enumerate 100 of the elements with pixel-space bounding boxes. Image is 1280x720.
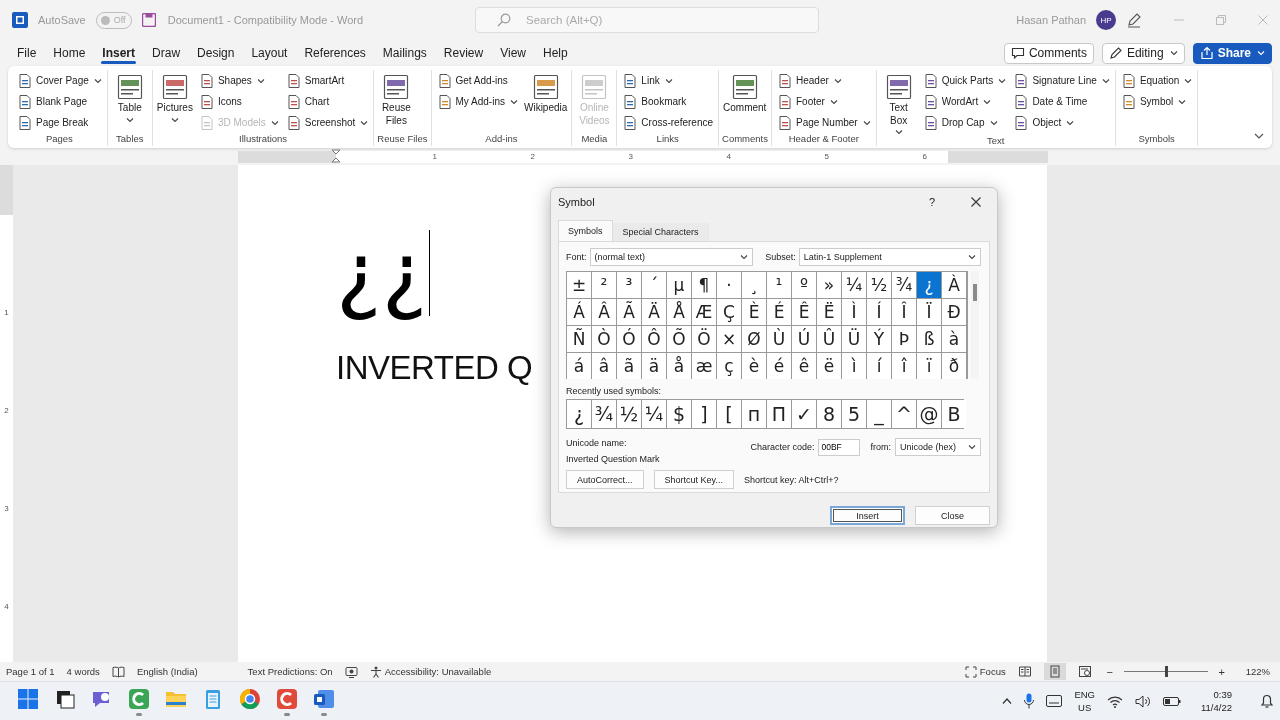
symbol-cell[interactable]: È <box>742 299 766 325</box>
input-language[interactable]: ENG <box>1074 688 1095 701</box>
ribbon-button[interactable]: Comment <box>722 70 768 115</box>
dialog-tab[interactable]: Symbols <box>558 220 613 241</box>
focus-button[interactable]: Focus <box>964 665 1006 678</box>
symbol-cell[interactable]: â <box>592 353 616 379</box>
windows-icon[interactable] <box>15 686 40 711</box>
dialog-button[interactable]: AutoCorrect... <box>566 470 644 489</box>
symbol-cell[interactable]: п <box>742 400 766 428</box>
ribbon-button[interactable]: Text Box <box>879 70 918 135</box>
wifi-icon[interactable] <box>1107 694 1123 708</box>
symbol-cell[interactable]: Í <box>867 299 891 325</box>
symbol-cell[interactable]: å <box>667 353 691 379</box>
symbol-cell[interactable]: [ <box>717 400 741 428</box>
menu-tab[interactable]: Home <box>46 42 93 64</box>
symbol-cell[interactable]: Õ <box>667 326 691 352</box>
symbol-cell[interactable]: í <box>867 353 891 379</box>
ribbon-button[interactable]: Link <box>620 70 716 91</box>
dialog-tab[interactable]: Special Characters <box>612 223 709 241</box>
ribbon-button[interactable]: WordArt <box>920 91 1009 112</box>
monitor-icon[interactable] <box>344 665 358 678</box>
font-dropdown[interactable]: (normal text) <box>589 248 754 266</box>
ribbon-button[interactable]: Blank Page <box>15 91 104 112</box>
comments-button[interactable]: Comments <box>1003 42 1094 64</box>
symbol-cell[interactable]: ¶ <box>692 272 716 298</box>
symbol-cell[interactable]: Å <box>667 299 691 325</box>
symbol-cell[interactable]: µ <box>667 272 691 298</box>
ribbon-button[interactable]: Icons <box>196 91 281 112</box>
symbol-cell[interactable]: ¿ <box>567 400 591 428</box>
symbol-cell[interactable]: ´ <box>642 272 666 298</box>
zoom-level[interactable]: 122% <box>1245 666 1270 677</box>
symbol-cell[interactable]: ë <box>817 353 841 379</box>
character-code-field[interactable]: 00BF <box>818 438 861 456</box>
symbol-cell[interactable]: é <box>767 353 791 379</box>
app-icon[interactable] <box>126 686 151 711</box>
avatar[interactable]: HP <box>1096 10 1116 30</box>
share-button[interactable]: Share <box>1192 42 1272 64</box>
symbol-cell[interactable]: @ <box>917 400 941 428</box>
keyboard-icon[interactable] <box>1046 694 1063 708</box>
symbol-cell[interactable]: ç <box>717 353 741 379</box>
menu-tab[interactable]: References <box>297 42 373 64</box>
ribbon-button[interactable]: Symbol <box>1118 91 1195 112</box>
dialog-button[interactable]: Close <box>915 506 990 525</box>
symbol-cell[interactable]: ¼ <box>842 272 866 298</box>
symbol-cell[interactable]: Ö <box>692 326 716 352</box>
symbol-cell[interactable]: Ù <box>767 326 791 352</box>
symbol-cell[interactable]: Ô <box>642 326 666 352</box>
ribbon-button[interactable]: Table <box>110 70 149 123</box>
symbol-cell[interactable]: ^ <box>892 400 916 428</box>
symbol-cell[interactable]: î <box>892 353 916 379</box>
symbol-cell[interactable]: À <box>942 272 966 298</box>
zoom-out-button[interactable]: − <box>1103 665 1116 678</box>
symbol-cell[interactable]: ³ <box>617 272 641 298</box>
symbol-cell[interactable]: ¾ <box>592 400 616 428</box>
symbol-cell[interactable]: $ <box>667 400 691 428</box>
symbol-cell[interactable]: 8 <box>817 400 841 428</box>
symbol-cell[interactable]: Ó <box>617 326 641 352</box>
clock-date[interactable]: 11/4/22 <box>1201 701 1232 714</box>
help-button[interactable]: ? <box>922 195 942 208</box>
ribbon-button[interactable]: Shapes <box>196 70 281 91</box>
ribbon-button[interactable]: Screenshot <box>283 112 371 133</box>
symbol-cell[interactable]: Ä <box>642 299 666 325</box>
symbol-cell[interactable]: Á <box>567 299 591 325</box>
pen-icon[interactable] <box>1126 12 1142 28</box>
ribbon-button[interactable]: Reuse Files <box>377 70 416 127</box>
symbol-cell[interactable]: Æ <box>692 299 716 325</box>
ribbon-button[interactable]: Equation <box>1118 70 1195 91</box>
symbol-cell[interactable]: Ü <box>842 326 866 352</box>
symbol-cell[interactable]: ¼ <box>642 400 666 428</box>
symbol-cell[interactable]: º <box>792 272 816 298</box>
symbol-cell[interactable]: · <box>717 272 741 298</box>
symbol-cell[interactable]: ê <box>792 353 816 379</box>
symbol-cell[interactable]: ± <box>567 272 591 298</box>
microphone-icon[interactable] <box>1024 693 1035 709</box>
bell-icon[interactable] <box>1260 693 1274 709</box>
symbol-cell[interactable]: Û <box>817 326 841 352</box>
symbol-cell[interactable]: ½ <box>617 400 641 428</box>
symbol-cell[interactable]: ä <box>642 353 666 379</box>
accessibility-status[interactable]: Accessibility: Unavailable <box>369 665 492 678</box>
symbol-cell[interactable]: Ã <box>617 299 641 325</box>
battery-icon[interactable] <box>1163 695 1181 707</box>
text-predictions[interactable]: Text Predictions: On <box>247 666 333 677</box>
symbol-cell[interactable]: Ú <box>792 326 816 352</box>
menu-tab[interactable]: Review <box>436 42 491 64</box>
symbol-cell[interactable]: ¸ <box>742 272 766 298</box>
symbol-cell[interactable]: ì <box>842 353 866 379</box>
symbol-cell[interactable]: Ï <box>917 299 941 325</box>
symbol-cell[interactable]: Ò <box>592 326 616 352</box>
ribbon-button[interactable]: Page Break <box>15 112 104 133</box>
symbol-cell[interactable]: ã <box>617 353 641 379</box>
subset-dropdown[interactable]: Latin-1 Supplement <box>798 248 981 266</box>
indent-marker-icon[interactable] <box>331 149 341 163</box>
language[interactable]: English (India) <box>136 666 198 677</box>
symbol-cell[interactable]: ¹ <box>767 272 791 298</box>
symbol-cell[interactable]: ½ <box>867 272 891 298</box>
ribbon-button[interactable]: Object <box>1011 112 1112 133</box>
scrollbar[interactable] <box>973 284 977 301</box>
symbol-cell[interactable]: ð <box>942 353 966 379</box>
ribbon-button[interactable]: SmartArt <box>283 70 371 91</box>
symbol-cell[interactable]: ¿ <box>917 272 941 298</box>
